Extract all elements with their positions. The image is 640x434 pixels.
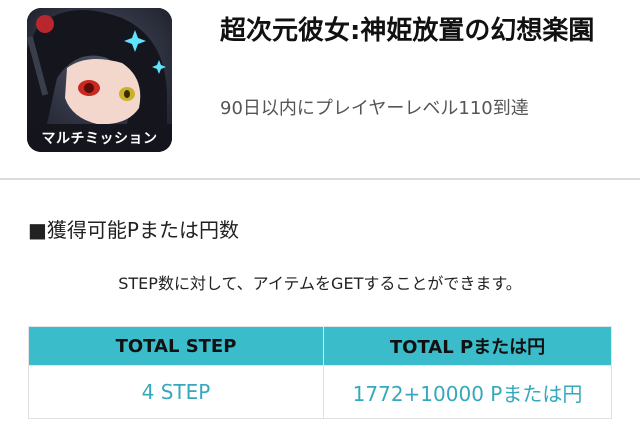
header-total-step: TOTAL STEP [28, 326, 324, 366]
offer-header: マルチミッション 超次元彼女:神姫放置の幻想楽園 90日以内にプレイヤーレベル1… [0, 0, 640, 178]
section-description: STEP数に対して、アイテムをGETすることができます。 [118, 274, 522, 293]
total-reward-value: 1772+10000 Pまたは円 [323, 365, 612, 419]
table-row: 4 STEP 1772+10000 Pまたは円 [28, 365, 612, 419]
section-heading: ■獲得可能Pまたは円数 [28, 218, 239, 242]
total-step-value: 4 STEP [28, 365, 324, 419]
table-header-row: TOTAL STEP TOTAL Pまたは円 [28, 326, 612, 366]
header-total-reward: TOTAL Pまたは円 [323, 326, 612, 366]
app-icon[interactable]: マルチミッション [27, 8, 172, 152]
mission-condition: 90日以内にプレイヤーレベル110到達 [220, 98, 529, 119]
reward-section: ■獲得可能Pまたは円数 STEP数に対して、アイテムをGETすることができます。… [0, 180, 640, 434]
icon-badge: マルチミッション [27, 124, 172, 152]
reward-table: TOTAL STEP TOTAL Pまたは円 4 STEP 1772+10000… [28, 326, 612, 419]
app-title: 超次元彼女:神姫放置の幻想楽園 [220, 16, 595, 46]
